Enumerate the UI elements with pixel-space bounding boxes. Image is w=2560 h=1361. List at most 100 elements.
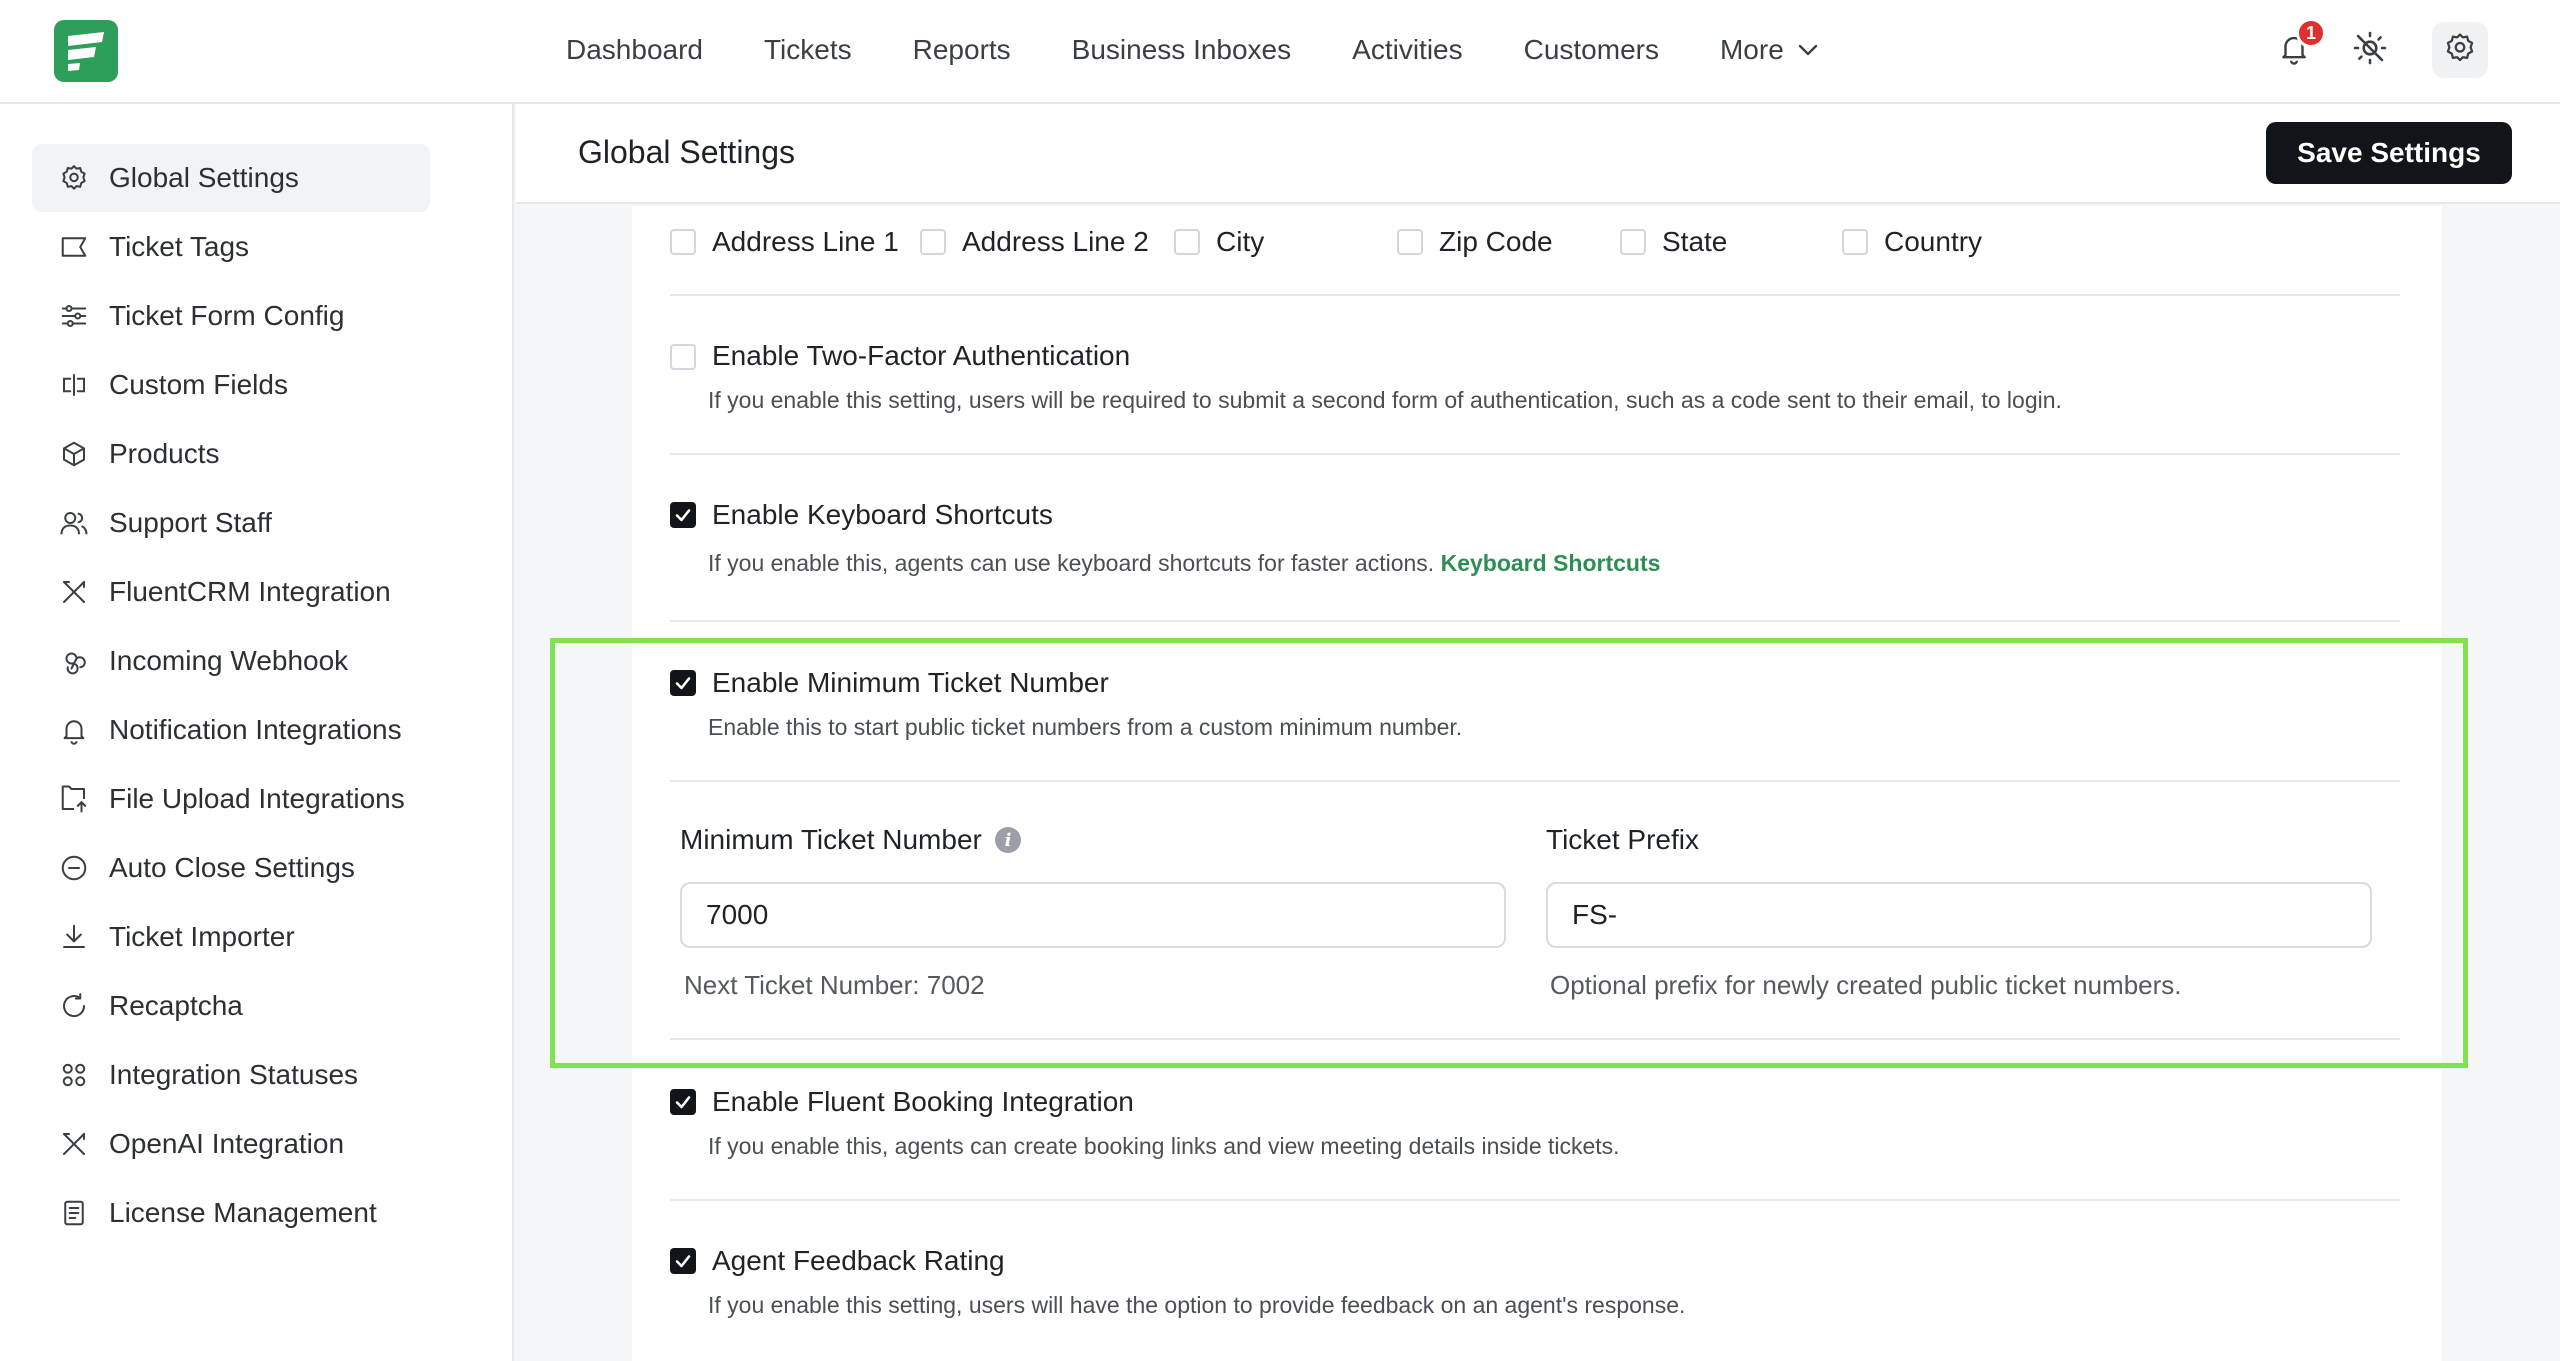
grid-icon — [56, 1057, 92, 1093]
sidebar-item-label: Support Staff — [109, 507, 272, 538]
sidebar-item-label: Notification Integrations — [109, 714, 402, 745]
address-line-1-label: Address Line 1 — [712, 226, 899, 257]
top-navigation-bar: Dashboard Tickets Reports Business Inbox… — [0, 0, 2560, 104]
sidebar-item-license-management[interactable]: License Management — [32, 1179, 430, 1247]
minus-circle-icon — [56, 850, 92, 886]
sidebar-item-label: Ticket Tags — [109, 231, 250, 262]
users-icon — [56, 505, 92, 541]
sidebar-item-label: Products — [109, 438, 220, 469]
nav-tickets[interactable]: Tickets — [764, 34, 852, 66]
fluent-booking-checkbox[interactable] — [670, 1089, 696, 1115]
ai-icon — [56, 1126, 92, 1162]
address-line-2-checkbox[interactable] — [920, 229, 946, 255]
ticket-prefix-input[interactable]: FS- — [1546, 882, 2372, 948]
document-icon — [56, 1195, 92, 1231]
sidebar-item-openai-integration[interactable]: OpenAI Integration — [32, 1110, 430, 1178]
sidebar-item-integration-statuses[interactable]: Integration Statuses — [32, 1041, 430, 1109]
bell-icon — [56, 712, 92, 748]
refresh-icon — [56, 988, 92, 1024]
nav-more-dropdown[interactable]: More — [1720, 34, 1820, 66]
sidebar-item-fluentcrm-integration[interactable]: FluentCRM Integration — [32, 558, 430, 626]
keyboard-shortcuts-description: If you enable this, agents can use keybo… — [708, 550, 1660, 577]
check-icon — [675, 1096, 691, 1109]
sidebar-item-ticket-importer[interactable]: Ticket Importer — [32, 903, 430, 971]
fluent-booking-label: Enable Fluent Booking Integration — [712, 1086, 1134, 1117]
custom-field-icon — [56, 367, 92, 403]
sidebar-item-custom-fields[interactable]: Custom Fields — [32, 351, 430, 419]
sidebar-item-support-staff[interactable]: Support Staff — [32, 489, 430, 557]
nav-customers[interactable]: Customers — [1524, 34, 1659, 66]
main-nav: Dashboard Tickets Reports Business Inbox… — [566, 0, 1881, 100]
sidebar-item-auto-close-settings[interactable]: Auto Close Settings — [32, 834, 430, 902]
two-factor-checkbox[interactable] — [670, 344, 696, 370]
nav-activities[interactable]: Activities — [1352, 34, 1462, 66]
check-icon — [675, 509, 691, 522]
sidebar-item-label: License Management — [109, 1197, 377, 1228]
info-icon[interactable]: i — [995, 827, 1021, 853]
city-checkbox[interactable] — [1174, 229, 1200, 255]
country-checkbox[interactable] — [1842, 229, 1868, 255]
ticket-prefix-help-text: Optional prefix for newly created public… — [1550, 970, 2182, 1000]
app-logo-icon[interactable] — [54, 20, 118, 82]
sidebar-item-label: Integration Statuses — [109, 1059, 359, 1090]
agent-feedback-description: If you enable this setting, users will h… — [708, 1292, 1686, 1318]
state-checkbox[interactable] — [1620, 229, 1646, 255]
keyboard-shortcuts-label: Enable Keyboard Shortcuts — [712, 499, 1053, 530]
fluent-booking-description: If you enable this, agents can create bo… — [708, 1133, 1620, 1159]
box-icon — [56, 436, 92, 472]
notification-count-badge: 1 — [2296, 18, 2326, 48]
sidebar-item-label: OpenAI Integration — [109, 1128, 345, 1159]
gear-icon — [56, 160, 92, 196]
sidebar-item-ticket-form-config[interactable]: Ticket Form Config — [32, 282, 430, 350]
divider — [670, 294, 2400, 296]
address-line-2-label: Address Line 2 — [962, 226, 1149, 257]
country-label: Country — [1884, 226, 1983, 257]
sidebar-item-label: Auto Close Settings — [109, 852, 355, 883]
check-icon — [675, 677, 691, 690]
min-ticket-number-label: Enable Minimum Ticket Number — [712, 667, 1109, 698]
city-label: City — [1216, 226, 1265, 257]
keyboard-shortcuts-checkbox[interactable] — [670, 502, 696, 528]
two-factor-description: If you enable this setting, users will b… — [708, 387, 2062, 413]
zip-code-label: Zip Code — [1439, 226, 1553, 257]
minimum-ticket-number-input[interactable]: 7000 — [680, 882, 1506, 948]
sidebar-item-recaptcha[interactable]: Recaptcha — [32, 972, 430, 1040]
divider — [670, 1199, 2400, 1201]
sidebar-item-label: Recaptcha — [109, 990, 243, 1021]
page-title: Global Settings — [578, 134, 796, 170]
sidebar-item-ticket-tags[interactable]: Ticket Tags — [32, 213, 430, 281]
address-line-1-checkbox[interactable] — [670, 229, 696, 255]
gear-icon — [2443, 31, 2477, 70]
theme-toggle-button[interactable] — [2342, 22, 2398, 78]
save-settings-button[interactable]: Save Settings — [2266, 122, 2512, 184]
sidebar-item-label: Ticket Form Config — [109, 300, 345, 331]
state-label: State — [1662, 226, 1728, 257]
min-ticket-number-checkbox[interactable] — [670, 670, 696, 696]
divider — [670, 1038, 2400, 1040]
sidebar-item-file-upload-integrations[interactable]: File Upload Integrations — [32, 765, 430, 833]
upload-icon — [56, 781, 92, 817]
sidebar-item-label: File Upload Integrations — [109, 783, 405, 814]
check-icon — [675, 1255, 691, 1268]
crm-icon — [56, 574, 92, 610]
ticket-prefix-field-label: Ticket Prefix — [1546, 824, 1699, 855]
sun-icon — [2352, 30, 2388, 71]
settings-panel — [632, 206, 2442, 1361]
sidebar-item-label: Incoming Webhook — [109, 645, 349, 676]
sidebar-item-incoming-webhook[interactable]: Incoming Webhook — [32, 627, 430, 695]
nav-business-inboxes[interactable]: Business Inboxes — [1072, 34, 1291, 66]
sidebar-item-products[interactable]: Products — [32, 420, 430, 488]
sidebar-item-notification-integrations[interactable]: Notification Integrations — [32, 696, 430, 764]
webhook-icon — [56, 643, 92, 679]
agent-feedback-label: Agent Feedback Rating — [712, 1245, 1005, 1276]
sliders-icon — [56, 298, 92, 334]
zip-code-checkbox[interactable] — [1397, 229, 1423, 255]
min-ticket-number-description: Enable this to start public ticket numbe… — [708, 714, 1463, 740]
settings-button[interactable] — [2432, 22, 2488, 78]
agent-feedback-checkbox[interactable] — [670, 1248, 696, 1274]
nav-reports[interactable]: Reports — [913, 34, 1011, 66]
sidebar-item-global-settings[interactable]: Global Settings — [32, 144, 430, 212]
nav-dashboard[interactable]: Dashboard — [566, 34, 703, 66]
sidebar-item-label: FluentCRM Integration — [109, 576, 391, 607]
keyboard-shortcuts-link[interactable]: Keyboard Shortcuts — [1441, 550, 1661, 576]
